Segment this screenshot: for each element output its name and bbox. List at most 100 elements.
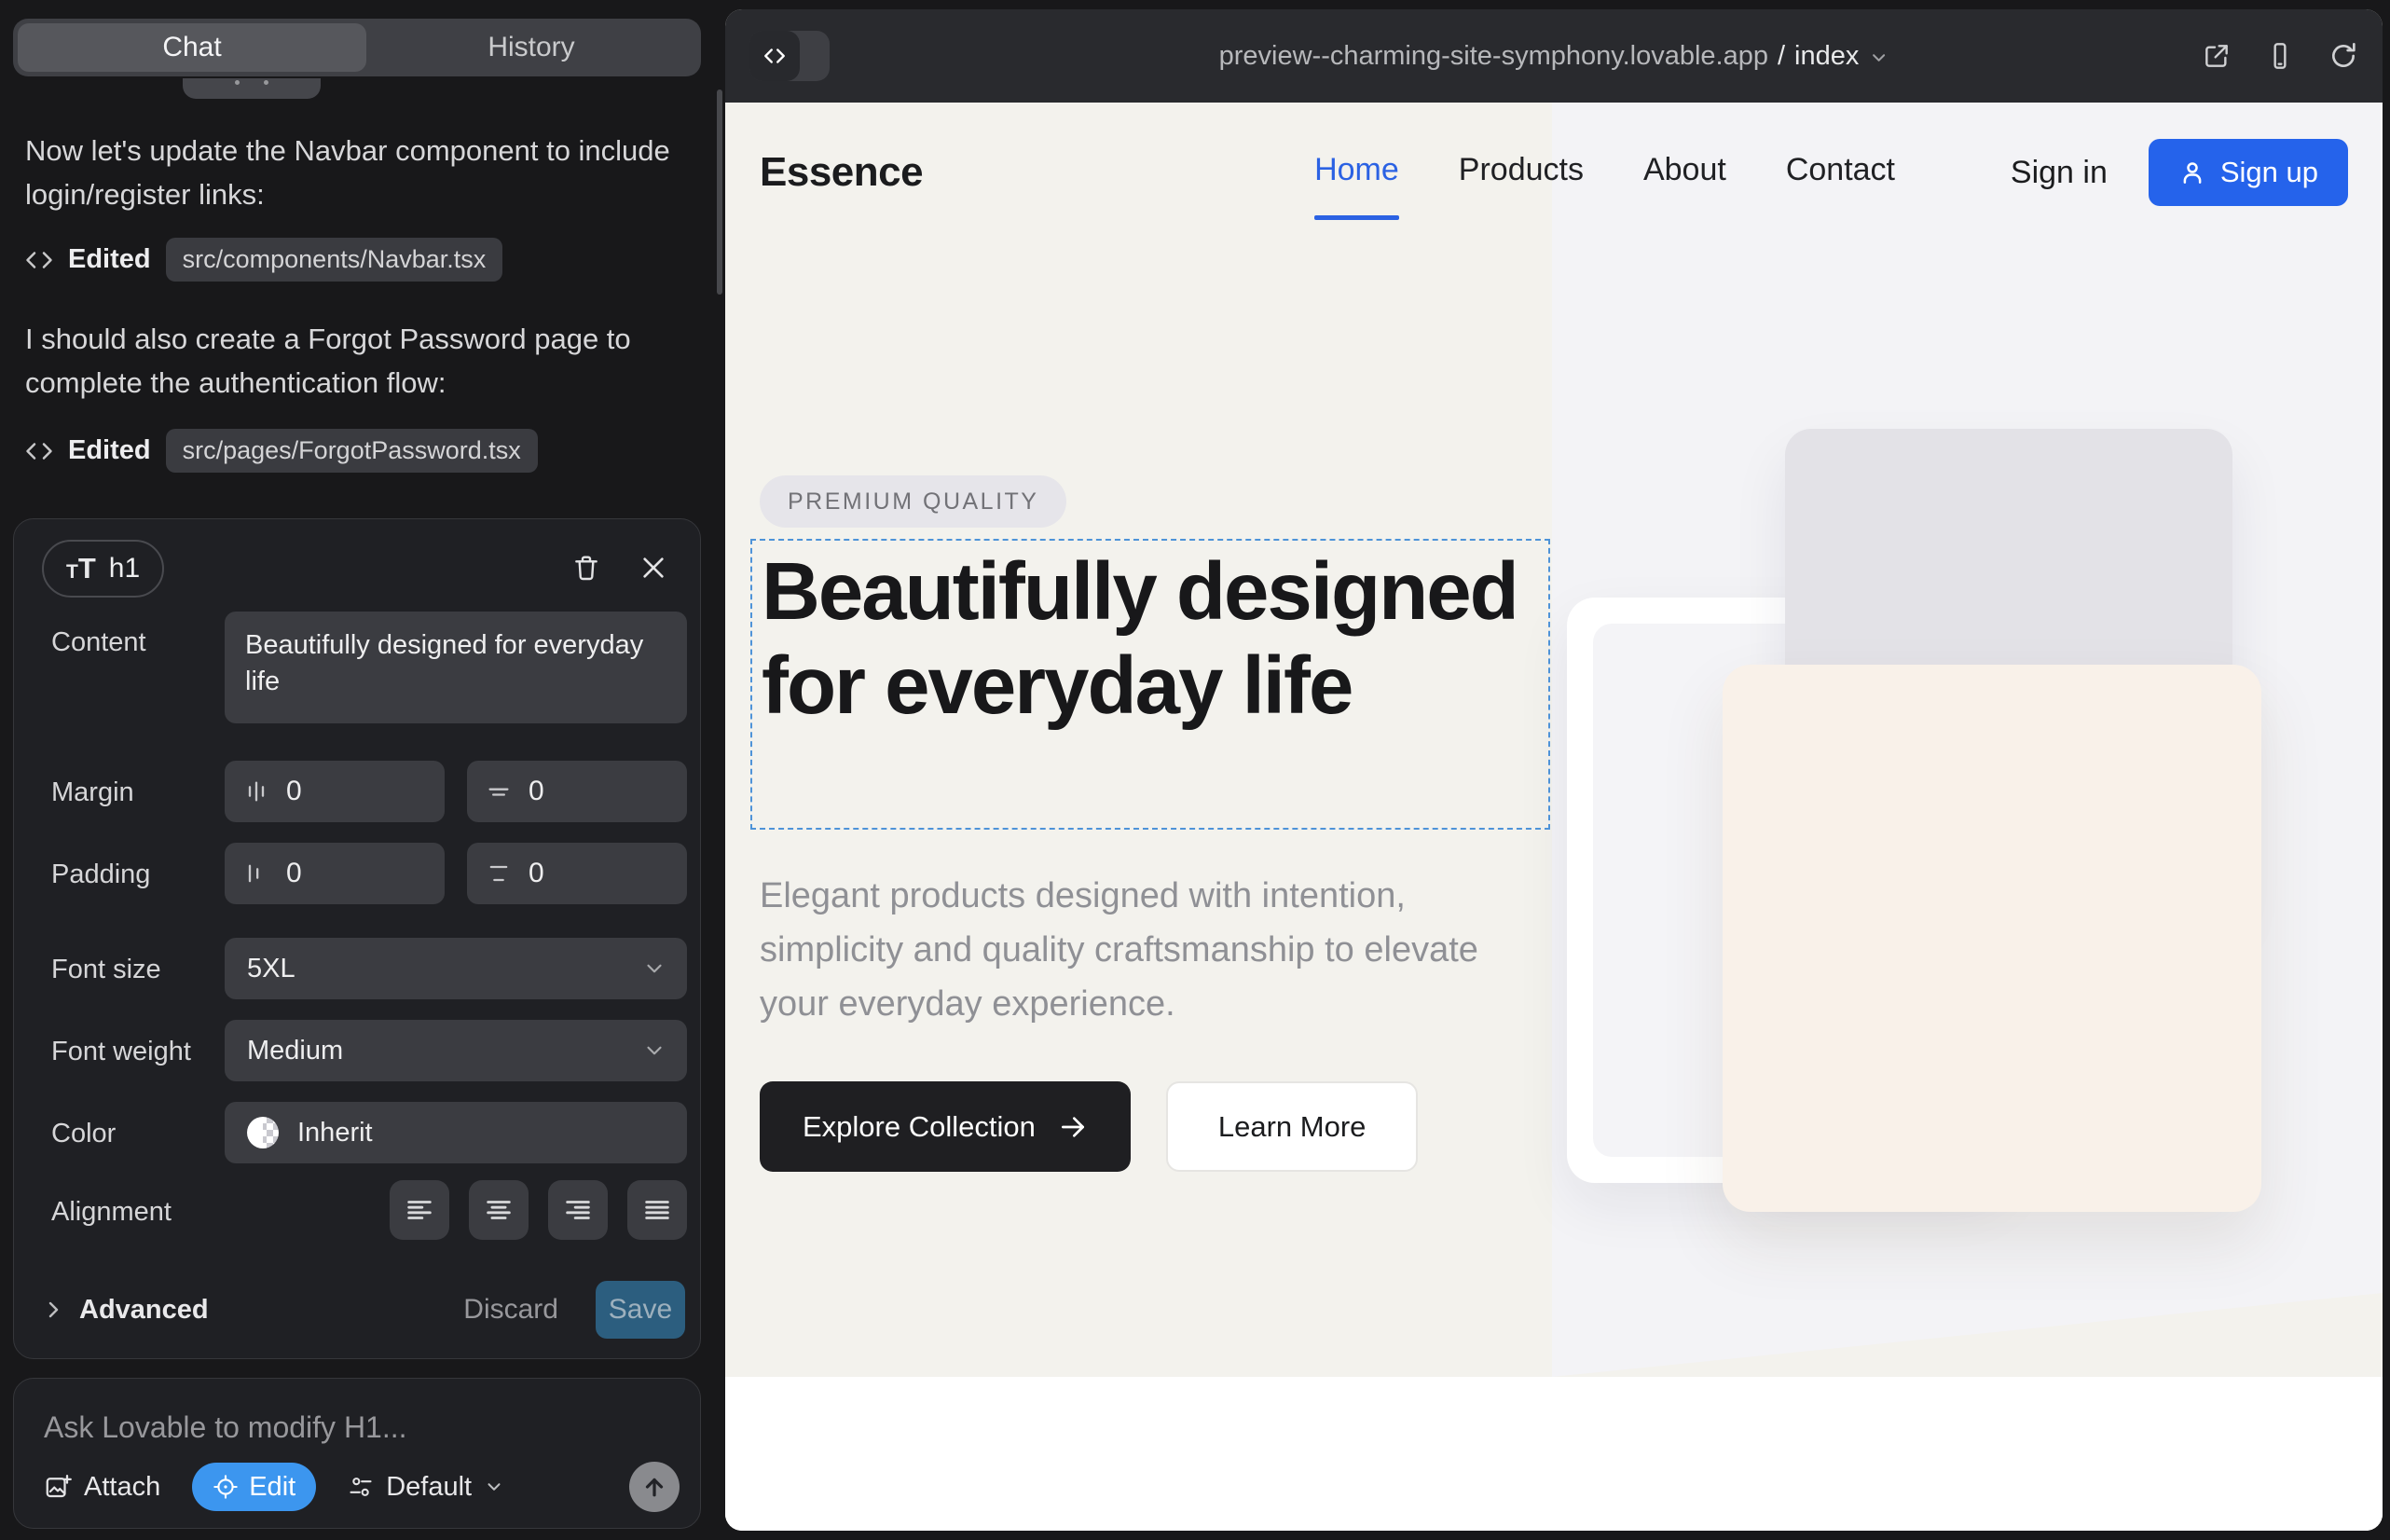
- hero-heading: Beautifully designed for everyday life: [762, 544, 1535, 733]
- close-icon[interactable]: [639, 553, 668, 583]
- chevron-down-icon: [642, 956, 666, 981]
- padding-label: Padding: [51, 859, 150, 890]
- advanced-toggle[interactable]: Advanced: [42, 1295, 209, 1326]
- sidebar-scrollbar[interactable]: [717, 89, 722, 295]
- next-section-background: [725, 1377, 2383, 1531]
- sign-up-button[interactable]: Sign up: [2149, 139, 2348, 206]
- explore-collection-label: Explore Collection: [803, 1110, 1036, 1144]
- nav-link-home[interactable]: Home: [1314, 152, 1399, 194]
- padding-y-value: 0: [529, 858, 544, 889]
- content-textarea[interactable]: Beautifully designed for everyday life: [225, 612, 687, 723]
- sidebar-tabbar: Chat History: [13, 19, 701, 76]
- url-separator: /: [1778, 41, 1785, 72]
- align-left-button[interactable]: [390, 1180, 449, 1240]
- chevron-right-icon: [42, 1299, 64, 1321]
- type-size-icon: TT: [66, 552, 96, 585]
- sign-up-label: Sign up: [2220, 156, 2318, 189]
- nav-link-about[interactable]: About: [1643, 152, 1726, 194]
- padding-horizontal-icon: [243, 860, 269, 887]
- scrolled-chip-partial: [183, 78, 321, 99]
- edit-label: Edit: [249, 1472, 295, 1503]
- edited-file-row: Edited src/pages/ForgotPassword.tsx: [25, 429, 538, 473]
- edited-file-row: Edited src/components/Navbar.tsx: [25, 238, 502, 282]
- alignment-label: Alignment: [51, 1197, 172, 1228]
- chat-message: I should also create a Forgot Password p…: [25, 317, 691, 405]
- nav-link-products[interactable]: Products: [1459, 152, 1584, 194]
- margin-label: Margin: [51, 777, 134, 808]
- padding-vertical-icon: [486, 860, 512, 887]
- open-external-icon[interactable]: [2202, 41, 2232, 71]
- explore-collection-button[interactable]: Explore Collection: [760, 1081, 1131, 1172]
- element-inspector-panel: TT h1 Content Beautifully designed for e…: [13, 518, 701, 1359]
- align-right-button[interactable]: [548, 1180, 608, 1240]
- align-center-button[interactable]: [469, 1180, 529, 1240]
- trash-icon[interactable]: [571, 553, 601, 583]
- margin-y-input[interactable]: 0: [467, 761, 687, 822]
- font-weight-value: Medium: [247, 1036, 343, 1066]
- hero-description: Elegant products designed with intention…: [760, 869, 1515, 1031]
- discard-button[interactable]: Discard: [463, 1294, 558, 1326]
- code-view-toggle[interactable]: [749, 31, 830, 81]
- mobile-view-icon[interactable]: [2265, 41, 2295, 71]
- padding-y-input[interactable]: 0: [467, 843, 687, 904]
- tab-chat[interactable]: Chat: [18, 23, 366, 72]
- refresh-icon[interactable]: [2328, 41, 2358, 71]
- padding-x-input[interactable]: 0: [225, 843, 445, 904]
- color-select[interactable]: Inherit: [225, 1102, 687, 1163]
- margin-x-value: 0: [286, 776, 302, 807]
- hero-badge: PREMIUM QUALITY: [760, 475, 1066, 528]
- margin-x-input[interactable]: 0: [225, 761, 445, 822]
- advanced-label: Advanced: [79, 1295, 209, 1326]
- tab-history[interactable]: History: [366, 23, 696, 72]
- color-value: Inherit: [297, 1118, 373, 1148]
- element-tag-label: h1: [109, 553, 140, 584]
- attach-image-icon: [44, 1473, 72, 1501]
- hero-cta-row: Explore Collection Learn More: [760, 1081, 1418, 1172]
- site-canvas: Essence Home Products About Contact Sign…: [725, 103, 2383, 1531]
- color-swatch-icon: [247, 1117, 279, 1148]
- code-icon: [25, 437, 53, 465]
- attach-button[interactable]: Attach: [44, 1472, 160, 1503]
- font-size-label: Font size: [51, 955, 161, 985]
- code-icon: [25, 246, 53, 274]
- send-button[interactable]: [629, 1462, 680, 1512]
- save-button[interactable]: Save: [596, 1281, 685, 1339]
- file-chip[interactable]: src/components/Navbar.tsx: [166, 238, 503, 282]
- margin-y-value: 0: [529, 776, 544, 807]
- inspector-footer: Advanced Discard Save: [42, 1278, 685, 1341]
- element-tag-badge: TT h1: [42, 540, 164, 598]
- nav-link-contact[interactable]: Contact: [1786, 152, 1895, 194]
- alignment-buttons: [225, 1180, 687, 1240]
- user-icon: [2178, 158, 2206, 186]
- font-size-select[interactable]: 5XL: [225, 938, 687, 999]
- content-label: Content: [51, 627, 146, 658]
- mode-label: Default: [386, 1472, 472, 1503]
- chevron-down-icon: [1868, 48, 1889, 68]
- composer-input[interactable]: Ask Lovable to modify H1...: [44, 1410, 407, 1445]
- chevron-down-icon: [642, 1038, 666, 1063]
- chat-composer: Ask Lovable to modify H1... Attach Edit: [13, 1378, 701, 1529]
- site-navbar: Essence Home Products About Contact Sign…: [725, 103, 2383, 242]
- url-bar[interactable]: preview--charming-site-symphony.lovable.…: [1219, 9, 1889, 103]
- composer-toolbar: Attach Edit Default: [44, 1461, 680, 1513]
- color-label: Color: [51, 1119, 116, 1149]
- sign-in-link[interactable]: Sign in: [2011, 155, 2108, 191]
- font-size-value: 5XL: [247, 954, 295, 984]
- font-weight-label: Font weight: [51, 1037, 191, 1067]
- decorative-cream-card: [1723, 665, 2261, 1212]
- font-weight-select[interactable]: Medium: [225, 1020, 687, 1081]
- site-logo[interactable]: Essence: [760, 149, 923, 196]
- sliders-icon: [348, 1474, 374, 1500]
- align-justify-button[interactable]: [627, 1180, 687, 1240]
- preview-actions: [2202, 41, 2358, 71]
- learn-more-label: Learn More: [1218, 1110, 1367, 1144]
- app-window: Chat History Now let's update the Navbar…: [0, 0, 2390, 1540]
- preview-topbar: preview--charming-site-symphony.lovable.…: [725, 9, 2383, 103]
- edit-mode-button[interactable]: Edit: [192, 1463, 316, 1511]
- learn-more-button[interactable]: Learn More: [1166, 1081, 1419, 1172]
- mode-selector[interactable]: Default: [348, 1472, 504, 1503]
- selected-element-outline[interactable]: Beautifully designed for everyday life: [750, 539, 1550, 830]
- file-chip[interactable]: src/pages/ForgotPassword.tsx: [166, 429, 538, 473]
- site-nav: Home Products About Contact: [1314, 152, 1895, 194]
- preview-panel: preview--charming-site-symphony.lovable.…: [725, 9, 2383, 1531]
